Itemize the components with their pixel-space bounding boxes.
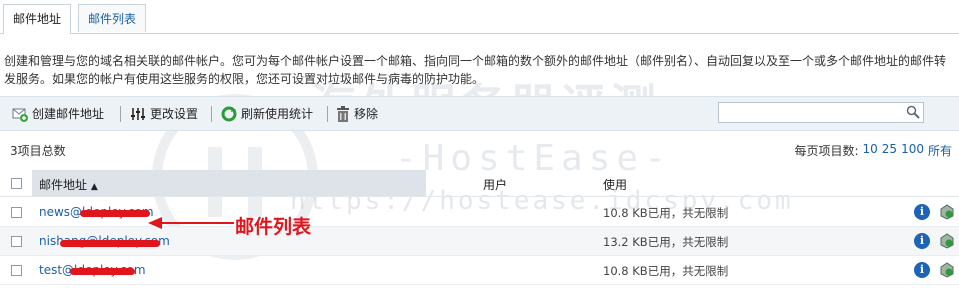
annotation-label: 邮件列表 xyxy=(235,216,312,238)
usage-value: 10.8 KB已用，共无限制 xyxy=(603,206,729,220)
column-header-usage[interactable]: 使用 xyxy=(603,176,627,193)
page-description: 创建和管理与您的域名相关联的邮件帐户。您可为每个邮件帐户设置一个邮箱、指向同一个… xyxy=(4,54,947,86)
table-row: test@ldeploy.com 10.8 KB已用，共无限制 i xyxy=(0,256,959,285)
info-icon[interactable]: i xyxy=(914,262,930,278)
change-settings-label: 更改设置 xyxy=(150,107,199,121)
remove-label: 移除 xyxy=(354,107,379,121)
per-page-option-25[interactable]: 25 xyxy=(882,142,897,159)
toolbar-divider xyxy=(327,106,328,122)
info-icon[interactable]: i xyxy=(914,233,930,249)
mailbox-settings-icon[interactable] xyxy=(938,203,956,224)
add-mail-icon xyxy=(12,108,28,122)
annotation-arrow xyxy=(148,216,236,233)
column-header-email[interactable]: 邮件地址 ▲ xyxy=(39,176,98,193)
redaction-mark xyxy=(60,240,160,247)
row-checkbox[interactable] xyxy=(11,265,22,276)
search-input[interactable] xyxy=(718,102,924,123)
change-settings-button[interactable]: 更改设置 xyxy=(130,97,198,130)
refresh-usage-label: 刷新使用统计 xyxy=(241,107,314,121)
refresh-icon xyxy=(221,106,237,121)
redaction-mark xyxy=(80,210,150,217)
mailbox-settings-icon[interactable] xyxy=(938,261,956,282)
usage-value: 13.2 KB已用，共无限制 xyxy=(603,235,729,249)
per-page-option-100[interactable]: 100 xyxy=(901,142,924,159)
sort-ascending-icon: ▲ xyxy=(90,182,98,192)
info-icon[interactable]: i xyxy=(914,204,930,220)
column-header-email-label: 邮件地址 xyxy=(39,178,88,192)
table-row: news@ldeploy.com 10.8 KB已用，共无限制 i xyxy=(0,198,959,227)
redaction-mark xyxy=(70,268,135,275)
create-email-label: 创建邮件地址 xyxy=(32,107,105,121)
search-icon[interactable] xyxy=(906,105,920,119)
tab-bar: 邮件地址 邮件列表 xyxy=(0,0,959,34)
row-checkbox[interactable] xyxy=(11,236,22,247)
select-all-checkbox[interactable] xyxy=(11,178,22,189)
refresh-usage-button[interactable]: 刷新使用统计 xyxy=(221,97,313,130)
tab-email-addresses[interactable]: 邮件地址 xyxy=(3,4,72,34)
table-header: 邮件地址 ▲ 用户 使用 xyxy=(0,170,959,197)
mailbox-settings-icon[interactable] xyxy=(938,232,956,253)
table-row: nishang@ldeploy.com 13.2 KB已用，共无限制 i xyxy=(0,227,959,256)
per-page-label: 每页项目数: xyxy=(794,144,859,158)
toolbar: 创建邮件地址 更改设置 刷新使用统计 移除 xyxy=(0,96,959,131)
per-page-selector: 每页项目数: 10 25 100 所有 xyxy=(794,142,952,159)
create-email-button[interactable]: 创建邮件地址 xyxy=(12,97,104,130)
settings-columns-icon xyxy=(131,107,145,120)
per-page-option-10[interactable]: 10 xyxy=(863,142,878,159)
row-checkbox[interactable] xyxy=(11,207,22,218)
tab-mailing-lists[interactable]: 邮件列表 xyxy=(78,4,147,32)
toolbar-divider xyxy=(120,106,121,122)
toolbar-divider xyxy=(211,106,212,122)
total-items: 3项目总数 xyxy=(10,144,66,158)
remove-button[interactable]: 移除 xyxy=(336,97,378,130)
usage-value: 10.8 KB已用，共无限制 xyxy=(603,264,729,278)
trash-icon xyxy=(337,105,349,122)
per-page-option-all[interactable]: 所有 xyxy=(928,142,952,159)
column-header-user[interactable]: 用户 xyxy=(483,176,507,193)
